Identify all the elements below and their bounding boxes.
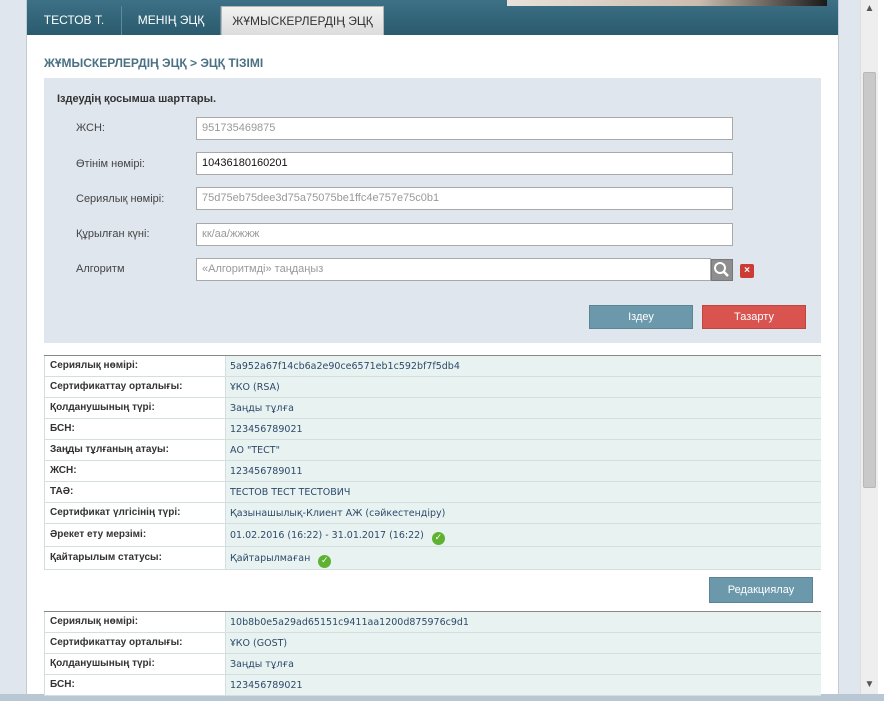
record-value: Қазынашылық-Клиент АЖ (сәйкестендіру) bbox=[226, 503, 821, 523]
record-row: Қолданушының түрі: Заңды тұлға bbox=[44, 398, 821, 419]
record-value: ҰКО (RSA) bbox=[226, 377, 821, 397]
record-label: БСН: bbox=[44, 675, 226, 695]
record-value: 5a952a67f14cb6a2e90ce6571eb1c592bf7f5db4 bbox=[226, 356, 821, 376]
record-value: 01.02.2016 (16:22) - 31.01.2017 (16:22) ✓ bbox=[226, 524, 821, 546]
record-label: Заңды тұлғаның атауы: bbox=[44, 440, 226, 460]
record-label: БСН: bbox=[44, 419, 226, 439]
record-value: 10b8b0e5a29ad65151c9411aa1200d875976c9d1 bbox=[226, 612, 821, 632]
record-value: АО "ТЕСТ" bbox=[226, 440, 821, 460]
created-date-label: Құрылған күні: bbox=[76, 228, 150, 240]
record-row: Қайтарылым статусы: Қайтарылмаған ✓ bbox=[44, 547, 821, 570]
search-button[interactable]: Іздеу bbox=[589, 305, 693, 329]
record-label: Қайтарылым статусы: bbox=[44, 547, 226, 569]
tab-my-signatures[interactable]: МЕНІҢ ЭЦҚ bbox=[122, 6, 221, 35]
record-row: Сертификат үлгісінің түрі: Қазынашылық-Кл… bbox=[44, 503, 821, 524]
breadcrumb: ЖҰМЫСКЕРЛЕРДІҢ ЭЦҚ > ЭЦҚ ТІЗІМІ bbox=[44, 56, 264, 70]
serial-number-field[interactable]: 75d75eb75dee3d75a75075be1ffc4e757e75c0b1 bbox=[196, 187, 733, 210]
scroll-down-icon[interactable]: ▼ bbox=[861, 676, 878, 693]
record-row: Сертификаттау орталығы: ҰКО (GOST) bbox=[44, 633, 821, 654]
header-banner-image bbox=[507, 0, 827, 6]
record-row: ЖСН: 123456789011 bbox=[44, 461, 821, 482]
record-label: Сериялық нөмірі: bbox=[44, 356, 226, 376]
check-icon: ✓ bbox=[318, 555, 332, 568]
record-row: Әрекет ету мерзімі: 01.02.2016 (16:22) - … bbox=[44, 524, 821, 547]
record-label: Сертификаттау орталығы: bbox=[44, 377, 226, 397]
iin-label: ЖСН: bbox=[76, 122, 105, 134]
record-label: Сертификаттау орталығы: bbox=[44, 633, 226, 653]
iin-field[interactable]: 951735469875 bbox=[196, 117, 733, 140]
filter-title: Іздеудің қосымша шарттары. bbox=[57, 93, 217, 105]
record-row: ТАӘ: ТЕСТОВ ТЕСТ ТЕСТОВИЧ bbox=[44, 482, 821, 503]
validity-period: 01.02.2016 (16:22) - 31.01.2017 (16:22) bbox=[230, 530, 424, 541]
record-value: 123456789021 bbox=[226, 675, 821, 695]
record-value: Заңды тұлға bbox=[226, 398, 821, 418]
record-value: Заңды тұлға bbox=[226, 654, 821, 674]
record-row: Сериялық нөмірі: 10b8b0e5a29ad65151c9411a… bbox=[44, 612, 821, 633]
record-row: Сериялық нөмірі: 5a952a67f14cb6a2e90ce657… bbox=[44, 356, 821, 377]
algorithm-search-button[interactable] bbox=[711, 259, 733, 281]
record-value: 123456789021 bbox=[226, 419, 821, 439]
certificate-record: Сериялық нөмірі: 5a952a67f14cb6a2e90ce657… bbox=[44, 355, 821, 570]
certificate-record: Сериялық нөмірі: 10b8b0e5a29ad65151c9411a… bbox=[44, 611, 821, 696]
record-row: БСН: 123456789021 bbox=[44, 419, 821, 440]
revocation-status: Қайтарылмаған bbox=[230, 553, 311, 564]
record-row: Қолданушының түрі: Заңды тұлға bbox=[44, 654, 821, 675]
scroll-up-icon[interactable]: ▲ bbox=[861, 0, 878, 17]
record-label: ЖСН: bbox=[44, 461, 226, 481]
record-label: Әрекет ету мерзімі: bbox=[44, 524, 226, 546]
record-label: Сериялық нөмірі: bbox=[44, 612, 226, 632]
record-row: Заңды тұлғаның атауы: АО "ТЕСТ" bbox=[44, 440, 821, 461]
edit-button[interactable]: Редакциялау bbox=[709, 577, 813, 603]
record-row: БСН: 123456789021 bbox=[44, 675, 821, 696]
record-label: Қолданушының түрі: bbox=[44, 398, 226, 418]
search-icon bbox=[714, 262, 729, 277]
tab-employee-signatures[interactable]: ЖҰМЫСКЕРЛЕРДІҢ ЭЦҚ bbox=[221, 6, 384, 35]
record-value: ТЕСТОВ ТЕСТ ТЕСТОВИЧ bbox=[226, 482, 821, 502]
request-number-label: Өтінім нөмірі: bbox=[76, 158, 145, 170]
filter-panel: Іздеудің қосымша шарттары. ЖСН: 95173546… bbox=[44, 78, 821, 343]
algorithm-clear-icon[interactable]: × bbox=[740, 264, 754, 278]
scroll-thumb[interactable] bbox=[863, 72, 876, 488]
request-number-field[interactable]: 10436180160201 bbox=[196, 152, 733, 175]
right-gutter bbox=[838, 0, 860, 701]
tab-bar: ТЕСТОВ Т. МЕНІҢ ЭЦҚ ЖҰМЫСКЕРЛЕРДІҢ ЭЦҚ bbox=[27, 0, 838, 35]
algorithm-label: Алгоритм bbox=[76, 263, 125, 275]
record-value: ҰКО (GOST) bbox=[226, 633, 821, 653]
left-gutter bbox=[0, 0, 27, 701]
serial-number-label: Сериялық нөмірі: bbox=[76, 193, 165, 205]
vertical-scrollbar[interactable]: ▲ ▼ bbox=[860, 0, 878, 694]
created-date-field[interactable]: кк/аа/жжжж bbox=[196, 223, 733, 246]
check-icon: ✓ bbox=[431, 532, 445, 545]
algorithm-select[interactable]: «Алгоритмді» таңдаңыз bbox=[196, 258, 711, 281]
record-row: Сертификаттау орталығы: ҰКО (RSA) bbox=[44, 377, 821, 398]
record-label: Қолданушының түрі: bbox=[44, 654, 226, 674]
tab-profile[interactable]: ТЕСТОВ Т. bbox=[27, 6, 122, 35]
record-value: 123456789011 bbox=[226, 461, 821, 481]
record-label: Сертификат үлгісінің түрі: bbox=[44, 503, 226, 523]
record-label: ТАӘ: bbox=[44, 482, 226, 502]
clear-button[interactable]: Тазарту bbox=[702, 305, 806, 329]
record-value: Қайтарылмаған ✓ bbox=[226, 547, 821, 569]
